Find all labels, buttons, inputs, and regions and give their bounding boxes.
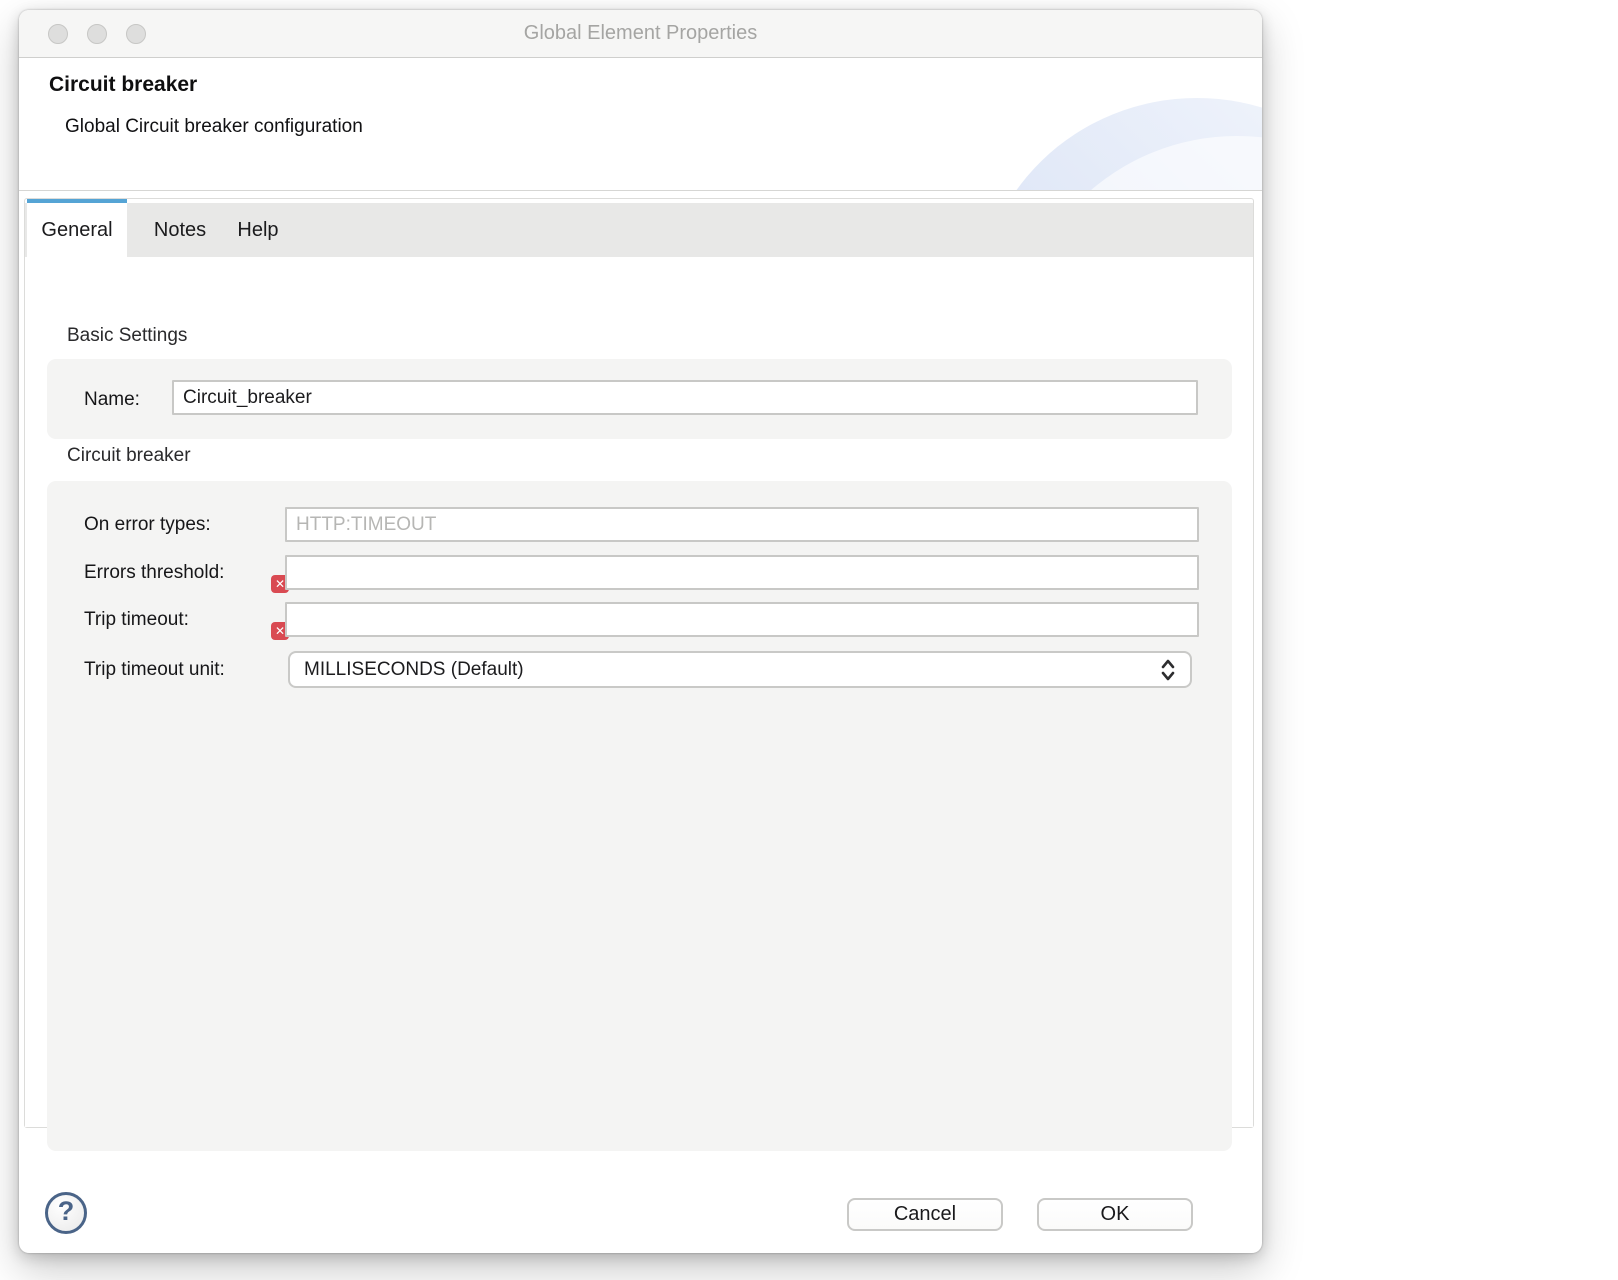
circuit-breaker-group: On error types: Errors threshold: ✕ Trip… [47, 481, 1232, 1151]
help-button[interactable]: ? [45, 1192, 87, 1234]
circuit-breaker-section-label: Circuit breaker [67, 445, 191, 467]
traffic-lights [48, 24, 146, 44]
dialog-window: Global Element Properties Circuit breake… [19, 10, 1262, 1253]
errors-threshold-label: Errors threshold: [84, 562, 224, 584]
trip-timeout-input[interactable] [285, 602, 1199, 637]
page-title: Circuit breaker [49, 73, 197, 97]
on-error-types-input[interactable] [285, 507, 1199, 542]
trip-timeout-unit-select[interactable]: MILLISECONDS (Default) [288, 651, 1192, 688]
tab-general[interactable]: General [27, 199, 127, 257]
ok-button[interactable]: OK [1037, 1198, 1193, 1231]
tab-notes[interactable]: Notes [137, 203, 223, 257]
minimize-button[interactable] [87, 24, 107, 44]
name-label: Name: [84, 389, 140, 411]
question-mark-icon: ? [58, 1198, 75, 1225]
basic-settings-group: Name: [47, 359, 1232, 439]
name-input[interactable] [172, 380, 1198, 415]
tab-general-label: General [41, 219, 112, 242]
trip-timeout-unit-value: MILLISECONDS (Default) [304, 659, 524, 681]
close-button[interactable] [48, 24, 68, 44]
on-error-types-label: On error types: [84, 514, 211, 536]
tab-notes-label: Notes [154, 219, 206, 242]
window-title: Global Element Properties [524, 22, 757, 45]
trip-timeout-unit-label: Trip timeout unit: [84, 659, 225, 681]
errors-threshold-input[interactable] [285, 555, 1199, 590]
trip-timeout-label: Trip timeout: [84, 609, 189, 631]
tab-bar: Notes Help General [25, 199, 1253, 257]
zoom-button[interactable] [126, 24, 146, 44]
basic-settings-section-label: Basic Settings [67, 325, 187, 347]
tab-help-label: Help [237, 219, 278, 242]
tab-content-general: Basic Settings Name: Circuit breaker On … [25, 257, 1253, 1127]
content-panel: Notes Help General Basic Settings Name: … [24, 198, 1254, 1128]
dialog-header: Circuit breaker Global Circuit breaker c… [19, 58, 1262, 191]
select-updown-icon [1160, 658, 1176, 682]
page-subtitle: Global Circuit breaker configuration [65, 116, 363, 138]
tab-help[interactable]: Help [223, 203, 293, 257]
title-bar: Global Element Properties [19, 10, 1262, 58]
cancel-button[interactable]: Cancel [847, 1198, 1003, 1231]
